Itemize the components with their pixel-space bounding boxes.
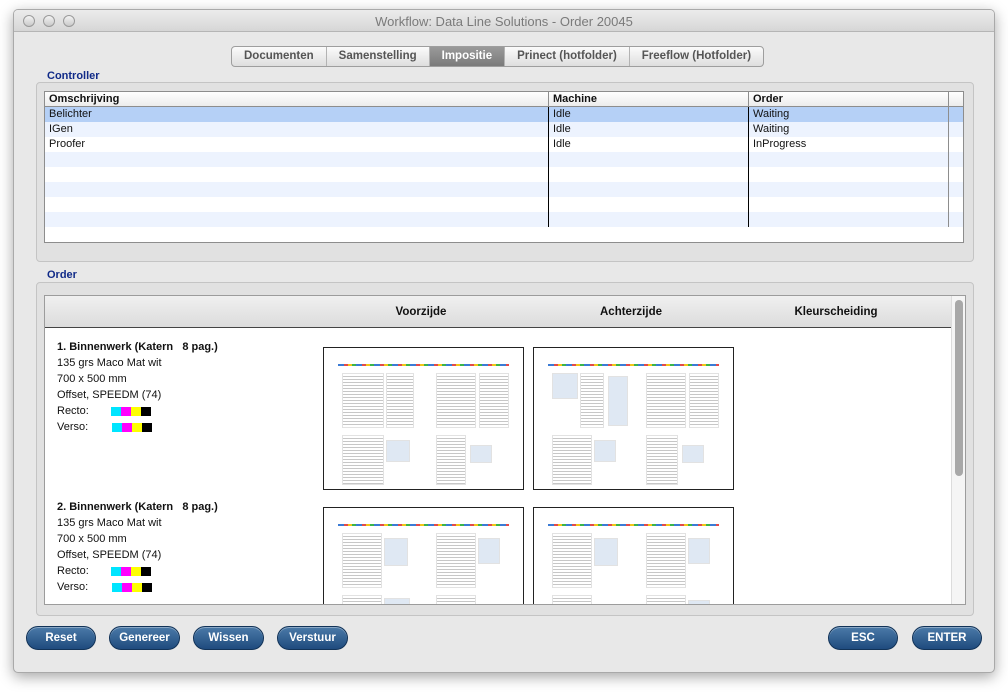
sheet-thumbnail-back[interactable] bbox=[533, 507, 734, 604]
cell-machine: Idle bbox=[549, 137, 749, 152]
empty-row bbox=[45, 152, 963, 167]
esc-button[interactable]: ESC bbox=[828, 626, 898, 650]
cmyk-swatches bbox=[112, 422, 153, 432]
column-header-machine[interactable]: Machine bbox=[549, 92, 749, 106]
reset-button[interactable]: Reset bbox=[26, 626, 96, 650]
app-window: Workflow: Data Line Solutions - Order 20… bbox=[13, 9, 995, 673]
recto-row: Recto: bbox=[57, 563, 218, 579]
order-label: Order bbox=[47, 269, 77, 281]
empty-row bbox=[45, 167, 963, 182]
genereer-button[interactable]: Genereer bbox=[109, 626, 180, 650]
empty-row bbox=[45, 182, 963, 197]
job-info: 2. Binnenwerk (Katern 8 pag.) 135 grs Ma… bbox=[57, 499, 218, 595]
column-header-kleurscheiding: Kleurscheiding bbox=[794, 306, 878, 318]
cell-omschrijving: Belichter bbox=[45, 107, 549, 122]
cell-machine: Idle bbox=[549, 107, 749, 122]
verso-label: Verso: bbox=[57, 421, 89, 433]
cell-order: Waiting bbox=[749, 107, 949, 122]
tab-freeflow[interactable]: Freeflow (Hotfolder) bbox=[630, 47, 763, 66]
job-title-line: 2. Binnenwerk (Katern 8 pag.) bbox=[57, 501, 218, 513]
verso-row: Verso: bbox=[57, 419, 218, 435]
column-header-voorzijde: Voorzijde bbox=[395, 306, 447, 318]
table-header: Omschrijving Machine Order bbox=[45, 92, 963, 107]
scrollbar-thumb[interactable] bbox=[955, 300, 963, 476]
job-paper: 135 grs Maco Mat wit bbox=[57, 357, 162, 369]
table-row[interactable]: Belichter Idle Waiting bbox=[45, 107, 963, 122]
table-row[interactable]: IGen Idle Waiting bbox=[45, 122, 963, 137]
job-info: 1. Binnenwerk (Katern 8 pag.) 135 grs Ma… bbox=[57, 339, 218, 435]
column-header-achterzijde: Achterzijde bbox=[600, 306, 662, 318]
job-title-line: 1. Binnenwerk (Katern 8 pag.) bbox=[57, 341, 218, 353]
job-press: Offset, SPEEDM (74) bbox=[57, 549, 162, 561]
verso-label: Verso: bbox=[57, 581, 89, 593]
controller-label: Controller bbox=[47, 70, 100, 82]
enter-button[interactable]: ENTER bbox=[912, 626, 982, 650]
window-title: Workflow: Data Line Solutions - Order 20… bbox=[375, 14, 633, 29]
cell-order: Waiting bbox=[749, 122, 949, 137]
order-scrollbar[interactable] bbox=[951, 296, 965, 604]
cell-omschrijving: Proofer bbox=[45, 137, 549, 152]
cell-machine: Idle bbox=[549, 122, 749, 137]
title-bar: Workflow: Data Line Solutions - Order 20… bbox=[14, 10, 994, 32]
tab-bar: Documenten Samenstelling Impositie Prine… bbox=[231, 46, 765, 67]
column-header-omschrijving[interactable]: Omschrijving bbox=[45, 92, 549, 106]
cmyk-swatches bbox=[110, 406, 151, 416]
controller-table: Omschrijving Machine Order Belichter Idl… bbox=[44, 91, 964, 243]
tab-prinect[interactable]: Prinect (hotfolder) bbox=[505, 47, 630, 66]
wissen-button[interactable]: Wissen bbox=[193, 626, 264, 650]
cmyk-swatches bbox=[112, 582, 153, 592]
verstuur-button[interactable]: Verstuur bbox=[277, 626, 348, 650]
tab-impositie[interactable]: Impositie bbox=[429, 47, 506, 66]
sheet-thumbnail-back[interactable] bbox=[533, 347, 734, 490]
column-header-order[interactable]: Order bbox=[749, 92, 949, 106]
cell-order: InProgress bbox=[749, 137, 949, 152]
empty-row bbox=[45, 212, 963, 227]
job-size: 700 x 500 mm bbox=[57, 373, 127, 385]
empty-row bbox=[45, 197, 963, 212]
tab-samenstelling[interactable]: Samenstelling bbox=[327, 47, 430, 66]
table-row[interactable]: Proofer Idle InProgress bbox=[45, 137, 963, 152]
recto-label: Recto: bbox=[57, 565, 89, 577]
sheet-thumbnail-front[interactable] bbox=[323, 507, 524, 604]
cell-omschrijving: IGen bbox=[45, 122, 549, 137]
job-press: Offset, SPEEDM (74) bbox=[57, 389, 162, 401]
sheet-thumbnail-front[interactable] bbox=[323, 347, 524, 490]
cmyk-swatches bbox=[110, 566, 151, 576]
job-size: 700 x 500 mm bbox=[57, 533, 127, 545]
recto-label: Recto: bbox=[57, 405, 89, 417]
table-body: Belichter Idle Waiting IGen Idle Waiting… bbox=[45, 107, 963, 227]
header-corner bbox=[949, 92, 963, 106]
recto-row: Recto: bbox=[57, 403, 218, 419]
order-panel: Voorzijde Achterzijde Kleurscheiding 1. … bbox=[44, 295, 966, 605]
order-header: Voorzijde Achterzijde Kleurscheiding bbox=[45, 296, 953, 328]
job-paper: 135 grs Maco Mat wit bbox=[57, 517, 162, 529]
verso-row: Verso: bbox=[57, 579, 218, 595]
tab-documenten[interactable]: Documenten bbox=[232, 47, 327, 66]
